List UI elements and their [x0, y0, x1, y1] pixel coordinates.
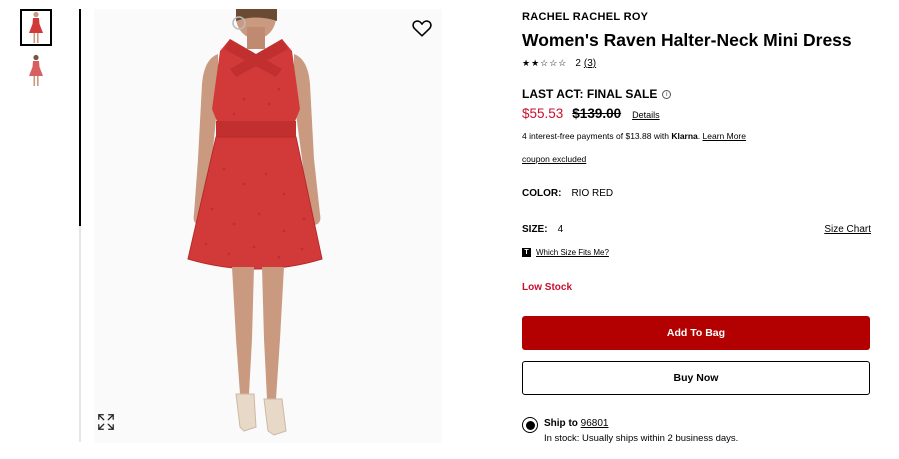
fit-finder: T Which Size Fits Me? — [522, 248, 609, 257]
klarna-installments: 4 interest-free payments of $13.88 with … — [522, 131, 746, 141]
size-selection: SIZE: 4 — [522, 224, 563, 235]
color-label: COLOR: — [522, 188, 562, 199]
thumbnail-list — [20, 9, 54, 95]
price-details-link[interactable]: Details — [632, 110, 660, 120]
rating-stars: ★★☆☆☆ — [522, 58, 568, 68]
ship-option: Ship to 96801 In stock: Usually ships wi… — [522, 416, 738, 447]
klarna-brand: Klarna — [671, 131, 698, 141]
final-sale-label: LAST ACT: FINAL SALE i — [522, 87, 672, 101]
radio-selected-dot — [525, 420, 535, 430]
ship-to-label: Ship to — [544, 418, 578, 429]
size-label: SIZE: — [522, 224, 548, 235]
original-price: $139.00 — [572, 106, 622, 121]
zip-code-link[interactable]: 96801 — [581, 418, 609, 429]
which-size-fits-link[interactable]: Which Size Fits Me? — [536, 248, 609, 257]
ship-radio-button[interactable] — [522, 417, 538, 433]
size-value: 4 — [557, 224, 564, 235]
brand-name[interactable]: RACHEL RACHEL ROY — [522, 11, 648, 23]
size-chart-link[interactable]: Size Chart — [824, 224, 871, 235]
true-fit-icon: T — [522, 248, 531, 257]
coupon-excluded-link[interactable]: coupon excluded — [522, 154, 586, 164]
add-to-bag-button[interactable]: Add To Bag — [522, 316, 870, 350]
klarna-text: 4 interest-free payments of $13.88 with — [522, 131, 672, 141]
ship-text: Ship to 96801 In stock: Usually ships wi… — [544, 416, 738, 447]
info-icon[interactable]: i — [662, 89, 672, 99]
ship-availability: In stock: Usually ships within 2 busines… — [544, 433, 739, 444]
sale-price: $55.53 — [522, 106, 564, 121]
expand-icon[interactable] — [97, 413, 115, 431]
price-row: $55.53 $139.00 Details — [522, 106, 660, 121]
final-sale-text: LAST ACT: FINAL SALE — [522, 87, 658, 101]
buy-now-button[interactable]: Buy Now — [522, 361, 870, 395]
product-title: Women's Raven Halter-Neck Mini Dress — [522, 30, 852, 50]
stock-status: Low Stock — [522, 282, 573, 293]
rating-summary: ★★☆☆☆ 2 (3) — [522, 58, 596, 69]
main-product-image — [94, 9, 442, 443]
rating-value: 2 — [575, 58, 581, 69]
ship-to-line: Ship to 96801 — [544, 416, 738, 432]
heart-icon[interactable] — [411, 17, 433, 39]
review-count-link[interactable]: (3) — [584, 58, 596, 69]
thumbnail-back[interactable] — [20, 52, 52, 89]
color-selection: COLOR: RIO RED — [522, 188, 613, 199]
klarna-learn-more-link[interactable]: Learn More — [703, 131, 746, 141]
thumbnail-front[interactable] — [20, 9, 52, 46]
color-value: RIO RED — [571, 188, 614, 199]
image-scroll-thumb[interactable] — [79, 9, 81, 226]
